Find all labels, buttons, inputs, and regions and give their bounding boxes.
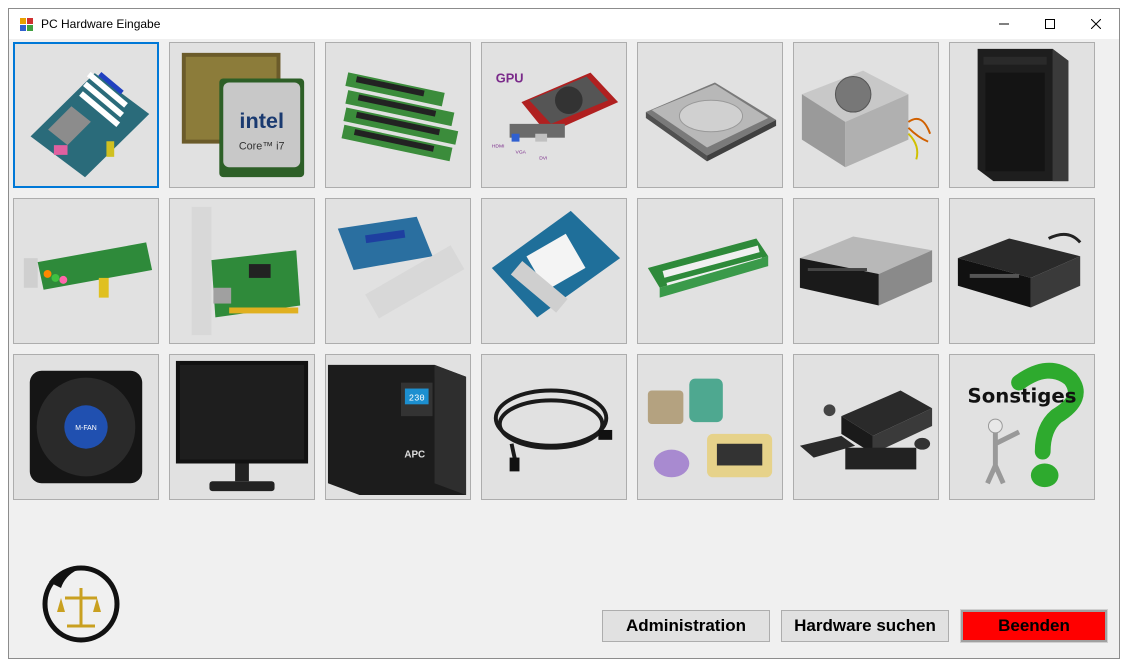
ups-icon: 230 APC: [327, 364, 467, 496]
tile-hard-drive[interactable]: [637, 42, 783, 188]
cpu-model: Core™ i7: [239, 141, 285, 153]
ram-icon: [341, 72, 459, 162]
tile-adapters[interactable]: [637, 354, 783, 500]
tile-optical-drive[interactable]: [793, 198, 939, 344]
motherboard-icon: [30, 71, 150, 178]
tile-ram[interactable]: [325, 42, 471, 188]
tile-sound-card[interactable]: [13, 198, 159, 344]
title-bar: PC Hardware Eingabe: [9, 9, 1119, 39]
adapters-icon: [647, 378, 773, 478]
tile-card-reader[interactable]: [949, 198, 1095, 344]
monitor-icon: [175, 360, 309, 492]
pc-case-icon: [977, 48, 1069, 182]
app-icon: [20, 18, 33, 31]
tile-peripherals[interactable]: [793, 354, 939, 500]
optical-drive-icon: [799, 236, 933, 306]
network-card-icon: [191, 206, 301, 336]
tile-cable[interactable]: [481, 354, 627, 500]
pcie-card-icon: [337, 216, 465, 319]
quit-button[interactable]: Beenden: [960, 609, 1108, 643]
ups-display: 230: [409, 393, 425, 403]
question-icon: Sonstiges: [968, 362, 1084, 488]
tile-pcie-card[interactable]: [325, 198, 471, 344]
gpu-icon: GPU HDMI VGA DVI: [492, 70, 619, 161]
peripherals-icon: [799, 390, 933, 470]
tile-motherboard[interactable]: [13, 42, 159, 188]
gpu-port-dvi: DVI: [539, 155, 547, 161]
riser-card-icon: [647, 238, 769, 298]
tile-pc-case[interactable]: [949, 42, 1095, 188]
gpu-label: GPU: [496, 70, 524, 85]
fan-brand: M-FAN: [75, 425, 96, 432]
tile-monitor[interactable]: [169, 354, 315, 500]
dragon-scales-logo: [42, 565, 120, 643]
window-title: PC Hardware Eingabe: [41, 17, 161, 31]
tile-fan[interactable]: M-FAN: [13, 354, 159, 500]
tile-misc[interactable]: Sonstiges: [949, 354, 1095, 500]
cpu-brand: intel: [239, 108, 284, 133]
tile-cpu[interactable]: intel Core™ i7: [169, 42, 315, 188]
maximize-icon: [1045, 19, 1055, 29]
administration-button[interactable]: Administration: [602, 610, 770, 642]
hard-drive-icon: [645, 82, 777, 162]
minimize-button[interactable]: [981, 9, 1027, 39]
fan-icon: M-FAN: [29, 370, 143, 484]
close-icon: [1091, 19, 1101, 29]
gpu-port-vga: VGA: [516, 149, 527, 155]
sound-card-icon: [23, 242, 153, 298]
tv-card-icon: [491, 210, 621, 318]
gpu-port-hdmi: HDMI: [492, 144, 505, 150]
tile-network-card[interactable]: [169, 198, 315, 344]
ups-brand: APC: [404, 450, 425, 461]
cable-icon: [493, 388, 613, 472]
maximize-button[interactable]: [1027, 9, 1073, 39]
tile-ups[interactable]: 230 APC: [325, 354, 471, 500]
close-button[interactable]: [1073, 9, 1119, 39]
tile-riser-card[interactable]: [637, 198, 783, 344]
hardware-search-button[interactable]: Hardware suchen: [781, 610, 949, 642]
card-reader-icon: [957, 232, 1082, 308]
tile-tv-card[interactable]: [481, 198, 627, 344]
misc-label: Sonstiges: [968, 384, 1077, 407]
cpu-icon: intel Core™ i7: [181, 52, 305, 178]
minimize-icon: [999, 23, 1009, 25]
tile-power-supply[interactable]: [793, 42, 939, 188]
main-window: PC Hardware Eingabe intel Core™ i7 GPU H…: [8, 8, 1120, 659]
power-supply-icon: [801, 70, 932, 168]
tile-gpu[interactable]: GPU HDMI VGA DVI: [481, 42, 627, 188]
